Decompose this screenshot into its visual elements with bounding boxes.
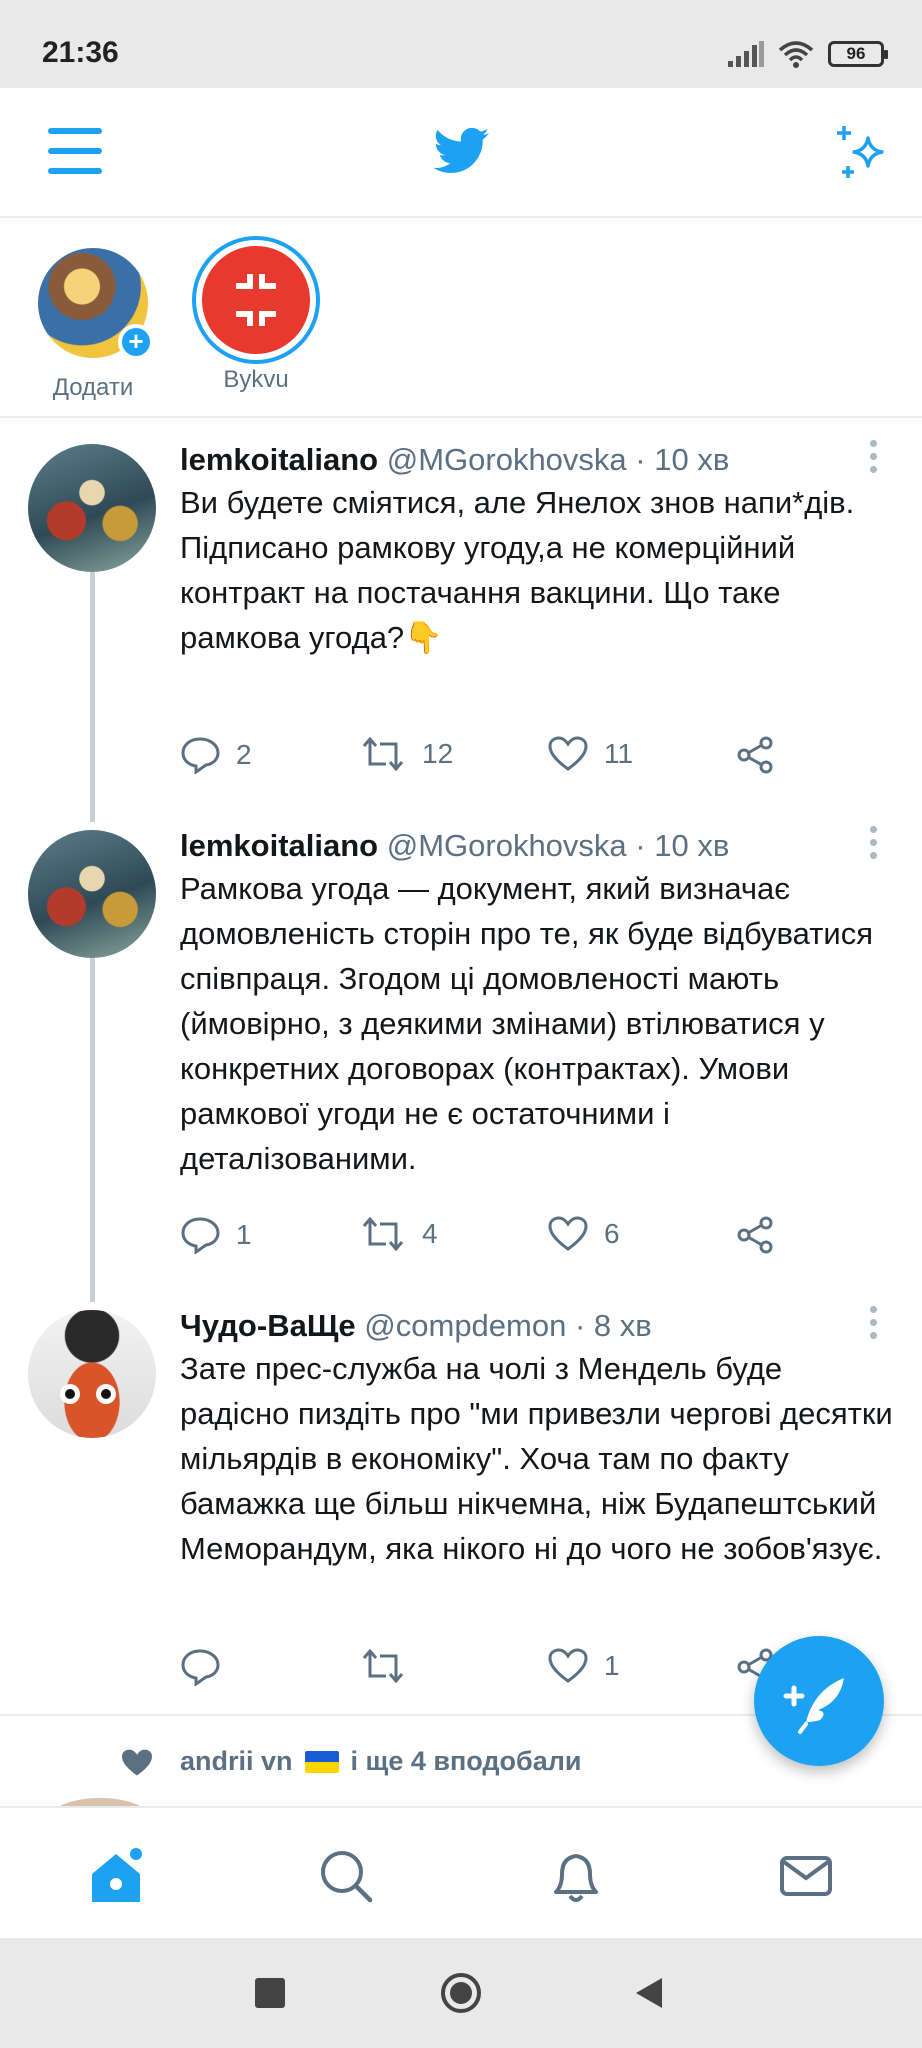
share-icon	[737, 1216, 773, 1254]
more-options-icon[interactable]	[870, 826, 880, 865]
system-navigation-bar	[0, 1938, 922, 2048]
retweet-button[interactable]: 4	[360, 1216, 438, 1252]
avatar[interactable]	[28, 1310, 156, 1438]
retweet-button[interactable]	[360, 1648, 422, 1684]
tweet-text: Зате прес-служба на чолі з Мендель буде …	[180, 1351, 893, 1566]
retweet-count: 4	[422, 1218, 438, 1249]
author-name[interactable]: lemkoitaliano	[180, 828, 378, 863]
share-icon	[737, 736, 773, 774]
fleet-ring[interactable]	[192, 236, 320, 364]
heart-icon	[548, 1216, 588, 1251]
share-button[interactable]	[736, 736, 774, 774]
liked-by-rest: і ще 4 вподобали	[350, 1746, 582, 1776]
hamburger-menu-icon[interactable]	[48, 128, 102, 178]
recents-icon[interactable]	[255, 1978, 285, 2013]
tweet-actions: 1	[180, 1648, 820, 1688]
my-avatar[interactable]: +	[38, 248, 154, 360]
reply-button[interactable]: 1	[180, 1216, 252, 1254]
avatar[interactable]	[28, 444, 156, 572]
sparkle-icon[interactable]	[834, 124, 892, 182]
bykvu-logo-icon	[236, 274, 276, 326]
tweet-text: Рамкова угода — документ, який визначає …	[180, 871, 874, 1176]
battery-indicator: 96	[828, 41, 888, 67]
status-bar: 21:36 96	[0, 0, 922, 88]
liked-by-row[interactable]: andrii vn і ще 4 вподобали	[180, 1746, 581, 1777]
add-fleet-plus-icon[interactable]: +	[118, 324, 154, 360]
author-handle[interactable]: @MGorokhovska	[387, 828, 627, 863]
fleet-add[interactable]: + Додати	[38, 248, 154, 402]
signal-icon	[728, 41, 764, 67]
tweet-time: · 10 хв	[635, 828, 730, 863]
ukraine-flag-icon	[304, 1750, 339, 1773]
bykvu-avatar	[202, 246, 310, 354]
like-button[interactable]: 6	[548, 1216, 620, 1252]
compose-feather-icon	[783, 1678, 844, 1734]
author-name[interactable]: lemkoitaliano	[180, 442, 378, 477]
author-handle[interactable]: @compdemon	[364, 1308, 566, 1343]
bell-icon	[554, 1854, 598, 1902]
twitter-bird-icon[interactable]	[434, 126, 490, 176]
like-button[interactable]: 11	[548, 736, 633, 772]
fleets-row: + Додати Bykvu	[0, 218, 922, 418]
heart-filled-icon	[122, 1749, 152, 1776]
heart-icon	[548, 1648, 588, 1683]
thread-line	[90, 572, 95, 822]
avatar[interactable]	[28, 830, 156, 958]
author-name[interactable]: Чудо-ВаЩе	[180, 1308, 356, 1343]
author-handle[interactable]: @MGorokhovska	[387, 442, 627, 477]
retweet-icon	[362, 736, 404, 772]
compose-tweet-button[interactable]	[754, 1636, 884, 1766]
like-count: 1	[604, 1650, 620, 1681]
heart-icon	[548, 736, 588, 771]
like-count: 6	[604, 1218, 620, 1249]
nav-home[interactable]	[86, 1846, 146, 1906]
share-button[interactable]	[736, 1216, 774, 1254]
status-icons: 96	[728, 40, 888, 68]
fleet-bykvu[interactable]: Bykvu	[192, 236, 320, 394]
mail-icon	[780, 1856, 832, 1896]
nav-notifications[interactable]	[546, 1846, 606, 1906]
tweet-header: lemkoitaliano @MGorokhovska · 10 хв	[180, 442, 729, 478]
reply-icon	[181, 737, 220, 774]
reply-button[interactable]: 2	[180, 736, 252, 774]
tweet-time: · 10 хв	[635, 442, 730, 477]
liked-by-user[interactable]: andrii vn	[180, 1746, 293, 1777]
reply-icon	[181, 1217, 220, 1254]
nav-search[interactable]	[316, 1846, 376, 1906]
retweet-button[interactable]: 12	[360, 736, 453, 772]
bottom-navigation	[0, 1806, 922, 1938]
status-time: 21:36	[42, 36, 119, 69]
search-icon	[321, 1851, 373, 1903]
top-app-bar	[0, 88, 922, 218]
reply-count: 2	[236, 739, 252, 770]
retweet-icon	[362, 1216, 404, 1252]
tweet-time: · 8 хв	[574, 1308, 652, 1343]
home-circle-icon[interactable]	[440, 1972, 482, 2019]
tweet-actions: 2 12 11	[180, 736, 820, 776]
thread-line	[90, 958, 95, 1302]
retweet-count: 12	[422, 738, 454, 769]
tweet-actions: 1 4 6	[180, 1216, 820, 1256]
tweet-text: Ви будете сміятися, але Янелох знов напи…	[180, 485, 855, 655]
reply-button[interactable]	[180, 1648, 236, 1686]
wifi-icon	[778, 41, 814, 68]
like-button[interactable]: 1	[548, 1648, 620, 1684]
reply-count: 1	[236, 1219, 252, 1250]
more-options-icon[interactable]	[870, 440, 880, 479]
fleet-label: Bykvu	[223, 366, 289, 393]
tweet-header: Чудо-ВаЩе @compdemon · 8 хв	[180, 1308, 652, 1344]
more-options-icon[interactable]	[870, 1306, 880, 1345]
reply-icon	[181, 1649, 220, 1686]
nav-messages[interactable]	[776, 1846, 836, 1906]
avatar-illustration	[60, 1384, 116, 1404]
back-icon[interactable]	[634, 1976, 664, 2015]
retweet-icon	[362, 1648, 404, 1684]
like-count: 11	[604, 738, 634, 769]
tweet-header: lemkoitaliano @MGorokhovska · 10 хв	[180, 828, 729, 864]
fleet-label: Додати	[52, 374, 134, 401]
home-icon	[92, 1848, 142, 1902]
